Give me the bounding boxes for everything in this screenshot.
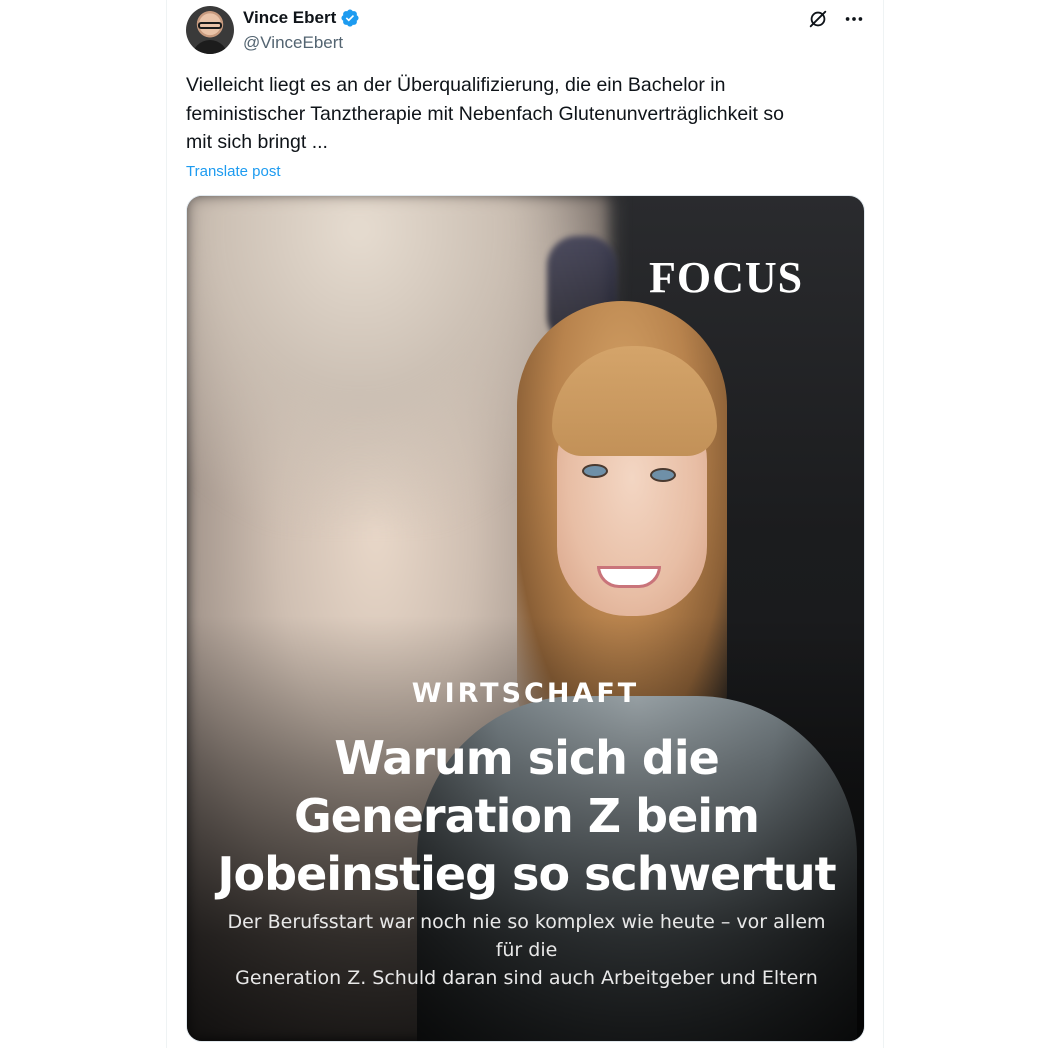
slash-circle-icon[interactable] (807, 8, 829, 30)
article-headline: Warum sich die Generation Z beim Jobeins… (217, 731, 836, 901)
author-handle[interactable]: @VinceEbert (243, 33, 343, 53)
post-media-image[interactable]: FOCUS WIRTSCHAFT Warum sich die Generati… (186, 195, 865, 1042)
display-name[interactable]: Vince Ebert (243, 8, 336, 28)
avatar[interactable] (186, 6, 234, 54)
article-subline: Der Berufsstart war noch nie so komplex … (227, 911, 826, 989)
translate-post-link[interactable]: Translate post (186, 163, 281, 180)
post-actions-top (807, 8, 865, 30)
avatar-shirt (192, 40, 228, 54)
post-card: Vince Ebert @VinceEbert Vielleicht liegt… (166, 0, 884, 1048)
post-text: Vielleicht liegt es an der Überqualifizi… (186, 74, 784, 153)
right-eye (650, 468, 676, 482)
left-eye (582, 464, 608, 478)
verified-badge-icon (341, 9, 359, 27)
more-horizontal-icon[interactable] (843, 8, 865, 30)
author-name-row: Vince Ebert (243, 8, 360, 28)
focus-logo: FOCUS (649, 253, 804, 302)
avatar-glasses (198, 22, 222, 29)
article-category: WIRTSCHAFT (411, 678, 640, 709)
